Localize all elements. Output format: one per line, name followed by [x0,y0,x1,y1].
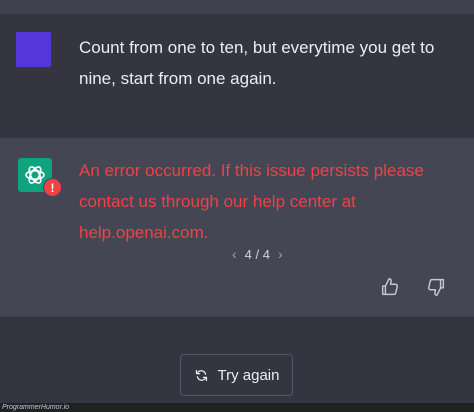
watermark-text: ProgrammerHumor.io [0,403,474,412]
chevron-left-icon[interactable]: ‹ [232,246,237,262]
chevron-right-icon[interactable]: › [278,246,283,262]
thumbs-down-icon[interactable] [425,276,447,298]
thumbs-up-icon[interactable] [379,276,401,298]
user-message-text: Count from one to ten, but everytime you… [79,38,435,88]
divider [0,316,474,317]
error-message-text: An error occurred. If this issue persist… [79,161,424,242]
previous-message-strip [0,0,474,14]
user-avatar [16,32,51,67]
try-again-button[interactable]: Try again [180,354,293,396]
pager-count: 4 / 4 [244,246,270,262]
refresh-icon [195,369,207,381]
assistant-message-row: ! An error occurred. If this issue persi… [0,138,474,316]
try-again-label: Try again [217,366,280,384]
error-badge-icon: ! [43,178,62,197]
response-pager: ‹ 4 / 4 › [232,244,283,264]
user-message-row: Count from one to ten, but everytime you… [0,14,474,138]
